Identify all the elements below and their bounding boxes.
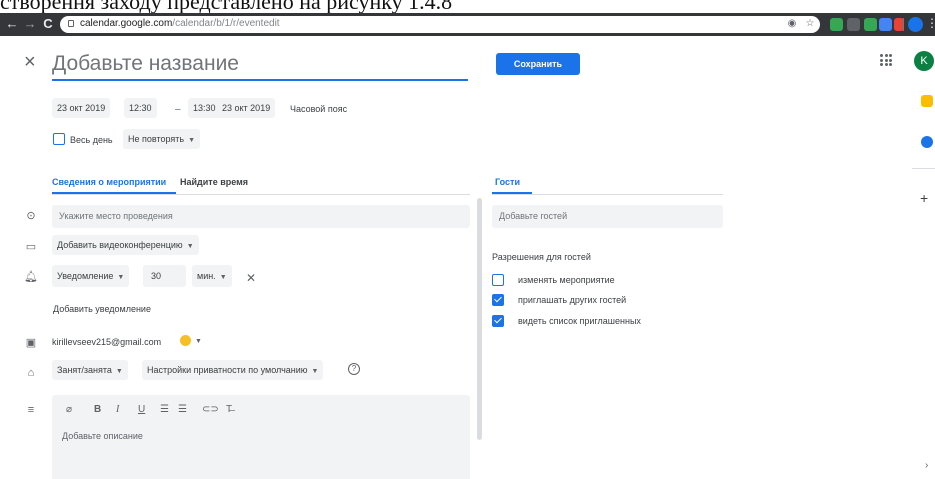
- calendar-icon: ▣: [25, 337, 37, 349]
- browser-menu-icon[interactable]: ⋮: [926, 16, 935, 30]
- profile-icon[interactable]: [908, 17, 923, 32]
- extension-circle-icon[interactable]: [879, 18, 892, 31]
- attachment-icon[interactable]: ⌀: [66, 404, 72, 416]
- browser-toolbar: ← → C calendar.google.com/calendar/b/1/r…: [0, 13, 935, 36]
- event-color-dropdown[interactable]: ▼: [175, 330, 207, 350]
- chevron-right-icon[interactable]: ›: [925, 460, 928, 471]
- link-icon[interactable]: ⊂⊃: [202, 404, 219, 416]
- bookmark-star-icon[interactable]: ☆: [804, 18, 816, 30]
- chevron-down-icon: ▼: [219, 274, 227, 281]
- repeat-dropdown[interactable]: Не повторять ▼: [123, 129, 201, 149]
- save-button[interactable]: Сохранить: [496, 53, 580, 75]
- tab-guests[interactable]: Гости: [495, 177, 520, 187]
- remove-notification-icon[interactable]: ✕: [246, 271, 256, 285]
- notification-value-input[interactable]: 30: [143, 265, 186, 287]
- briefcase-icon: ⌂: [27, 367, 35, 379]
- description-icon: ≡: [27, 404, 35, 416]
- bold-icon[interactable]: B: [94, 404, 101, 416]
- description-editor[interactable]: ⌀ B I U ☰ ☰ ⊂⊃ T̶ Добавьте описание: [52, 395, 470, 479]
- add-addon-icon[interactable]: +: [920, 190, 928, 206]
- privacy-dropdown[interactable]: Настройки приватности по умолчанию ▼: [142, 360, 324, 380]
- event-title-input[interactable]: [52, 49, 468, 81]
- all-day-checkbox[interactable]: [53, 133, 65, 145]
- end-time-chip[interactable]: 13:30: [188, 98, 221, 118]
- chevron-down-icon: ▼: [115, 368, 123, 375]
- guests-divider: [492, 194, 723, 195]
- tabs-divider: [52, 194, 470, 195]
- event-color-swatch: [180, 335, 191, 347]
- timezone-link[interactable]: Часовой пояс: [290, 104, 347, 114]
- tab-find-time[interactable]: Найдите время: [180, 177, 248, 187]
- all-day-label: Весь день: [70, 135, 113, 145]
- start-time-chip[interactable]: 12:30: [124, 98, 157, 118]
- tasks-icon[interactable]: [921, 136, 933, 148]
- extension-owl-icon[interactable]: [847, 18, 860, 31]
- start-date-chip[interactable]: 23 окт 2019: [52, 98, 111, 118]
- toolbar-separator: [903, 18, 904, 31]
- bulleted-list-icon[interactable]: ☰: [178, 404, 187, 416]
- underline-icon[interactable]: U: [138, 404, 145, 416]
- extension-shield-icon[interactable]: [830, 18, 843, 31]
- italic-icon[interactable]: I: [116, 404, 119, 416]
- calendar-owner: kirillevseev215@gmail.com: [52, 337, 162, 347]
- notification-unit-dropdown[interactable]: мин. ▼: [192, 265, 232, 287]
- permission-checkbox-invite[interactable]: [492, 294, 504, 306]
- document-caption: створення заходу представлено на рисунку…: [0, 0, 935, 13]
- chevron-down-icon: ▼: [117, 274, 125, 281]
- notification-type-dropdown[interactable]: Уведомление ▼: [52, 265, 130, 287]
- side-rail-divider: [912, 168, 935, 169]
- end-date-chip[interactable]: 23 окт 2019: [217, 98, 276, 118]
- busy-status-dropdown[interactable]: Занят/занята ▼: [52, 360, 128, 380]
- forward-button[interactable]: →: [22, 16, 38, 32]
- remove-formatting-icon[interactable]: T̶: [226, 404, 232, 416]
- permission-label-modify: изменять мероприятие: [518, 275, 615, 285]
- permission-label-see-list: видеть список приглашенных: [518, 316, 641, 326]
- video-conference-dropdown[interactable]: Добавить видеоконференцию ▼: [52, 235, 199, 255]
- permission-checkbox-see-list[interactable]: [492, 315, 504, 327]
- location-pin-icon: ⊙: [26, 210, 36, 222]
- address-bar[interactable]: calendar.google.com/calendar/b/1/r/event…: [60, 16, 820, 33]
- back-button[interactable]: ←: [4, 16, 20, 32]
- close-icon[interactable]: ×: [24, 52, 36, 72]
- tab-event-details[interactable]: Сведения о мероприятии: [52, 177, 166, 187]
- location-input[interactable]: Укажите место проведения: [52, 205, 470, 228]
- chevron-down-icon: ▼: [188, 137, 196, 144]
- account-avatar[interactable]: K: [914, 51, 934, 71]
- reload-button[interactable]: C: [40, 16, 56, 32]
- apps-grid-icon[interactable]: [880, 54, 892, 66]
- add-guests-input[interactable]: Добавьте гостей: [492, 205, 723, 228]
- bell-icon: 🔔︎: [24, 271, 38, 283]
- details-scrollbar[interactable]: [477, 198, 482, 440]
- description-placeholder: Добавьте описание: [62, 431, 143, 441]
- chevron-down-icon: ▼: [186, 243, 194, 250]
- permission-label-invite: приглашать других гостей: [518, 295, 627, 305]
- help-icon[interactable]: ?: [348, 363, 360, 375]
- lock-icon: [68, 20, 74, 27]
- add-notification-link[interactable]: Добавить уведомление: [53, 304, 151, 314]
- numbered-list-icon[interactable]: ☰: [160, 404, 169, 416]
- video-camera-icon: ▭: [25, 241, 37, 253]
- permission-checkbox-modify[interactable]: [492, 274, 504, 286]
- time-range-dash: –: [175, 104, 181, 115]
- guest-permissions-title: Разрешения для гостей: [492, 252, 591, 262]
- url-text: calendar.google.com/calendar/b/1/r/event…: [80, 18, 280, 29]
- chevron-down-icon: ▼: [311, 368, 319, 375]
- chevron-down-icon: ▼: [195, 338, 202, 345]
- extension-square-icon[interactable]: [864, 18, 877, 31]
- keep-icon[interactable]: [921, 95, 933, 107]
- location-icon[interactable]: ◉: [786, 18, 798, 30]
